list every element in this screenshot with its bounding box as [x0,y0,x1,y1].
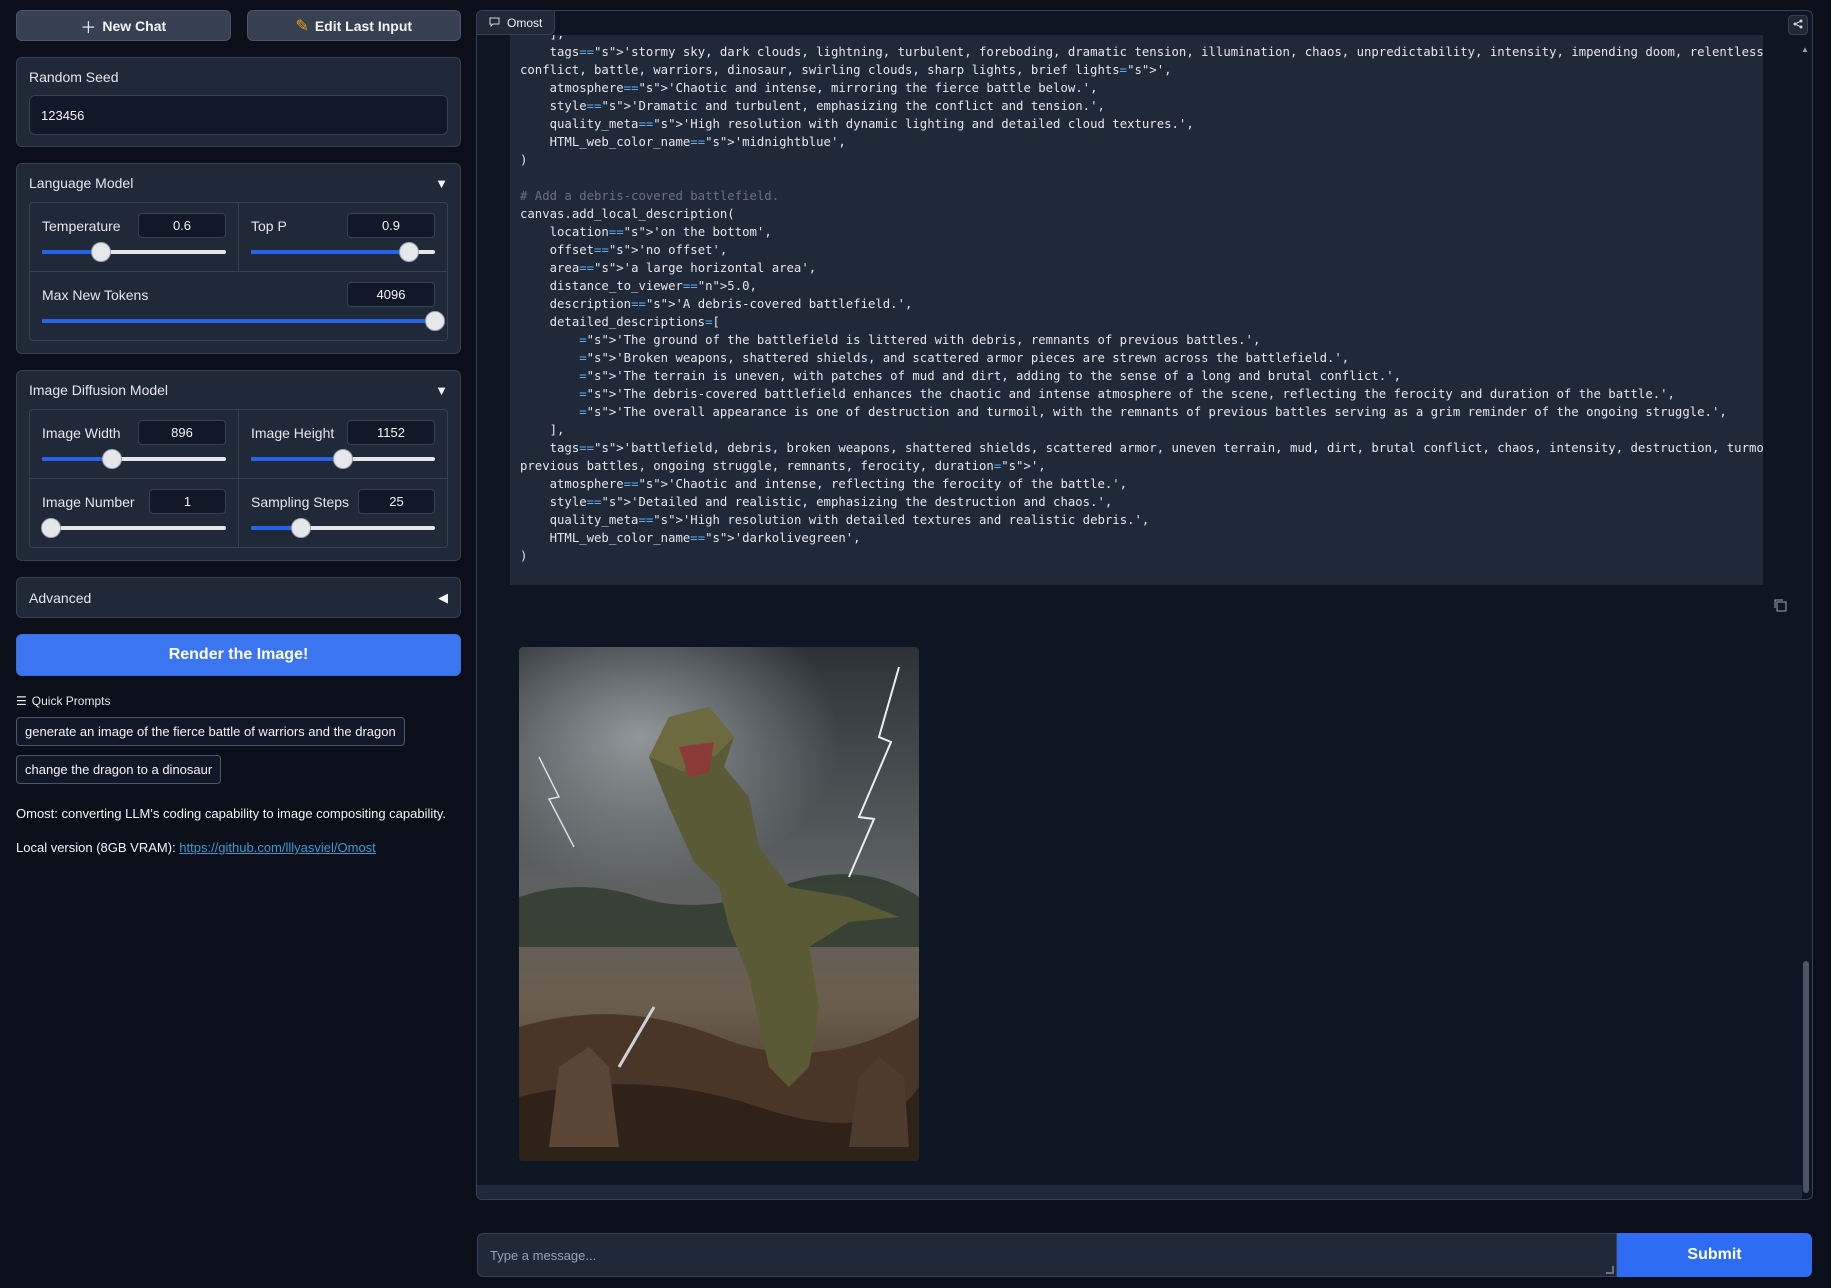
code-content: ], tags=="s">'stormy sky, dark clouds, l… [520,35,1763,563]
triangle-left-icon: ◀ [438,589,448,605]
omost-app: ＋ New Chat ✎ Edit Last Input Random Seed… [0,0,1831,1288]
sampling-steps-input[interactable]: 25 [358,489,435,514]
image-number-slider[interactable] [41,518,226,538]
pencil-icon: ✎ [295,17,309,35]
temperature-slider[interactable] [42,242,226,262]
slider-thumb[interactable] [333,449,353,469]
image-height-slider-group: Image Height 1152 [238,410,447,478]
share-icon [1793,19,1803,32]
image-diffusion-header[interactable]: Image Diffusion Model ▼ [17,371,460,409]
top-buttons: ＋ New Chat ✎ Edit Last Input [16,10,461,41]
new-chat-label: New Chat [102,17,167,34]
scroll-up-icon[interactable]: ▲ [1801,45,1809,54]
image-height-input[interactable]: 1152 [347,420,435,445]
slider-thumb[interactable] [399,242,420,262]
copy-icon[interactable] [1773,598,1787,612]
top-p-label: Top P [251,217,287,234]
language-model-body: Temperature 0.6 Top P 0.9 Max New Tokens… [29,202,448,341]
plus-icon: ＋ [80,19,97,37]
random-seed-block: Random Seed 123456 [16,57,461,147]
random-seed-input[interactable]: 123456 [29,95,448,135]
image-width-input[interactable]: 896 [138,420,226,445]
slider-fill [251,457,343,461]
new-chat-button[interactable]: ＋ New Chat [16,10,231,41]
local-version-text: Local version (8GB VRAM): https://github… [16,840,461,855]
quick-prompts-header: ☰ Quick Prompts [16,694,461,708]
generated-image [519,647,919,1161]
resize-handle-icon[interactable] [1606,1266,1614,1274]
max-new-tokens-label: Max New Tokens [42,286,149,303]
image-diffusion-body: Image Width 896 Image Height 1152 Image … [29,409,448,548]
triangle-down-icon: ▼ [435,382,448,398]
top-p-slider[interactable] [251,242,435,262]
quick-prompts-list: generate an image of the fierce battle o… [16,708,461,784]
advanced-title: Advanced [29,589,92,606]
sampling-steps-slider[interactable] [251,518,435,538]
local-version-prefix: Local version (8GB VRAM): [16,840,180,855]
image-width-label: Image Width [42,424,121,441]
slider-row: Image Width 896 Image Height 1152 [30,410,447,479]
vertical-scrollbar[interactable]: ▲ ▼ [1800,41,1812,1199]
temperature-input[interactable]: 0.6 [138,213,226,238]
tagline-text: Omost: converting LLM's coding capabilit… [16,806,447,821]
advanced-accordion[interactable]: Advanced ◀ [16,577,461,618]
image-width-slider-group: Image Width 896 [30,410,238,478]
message-input[interactable]: Type a message... [477,1233,1617,1277]
language-model-accordion: Language Model ▼ Temperature 0.6 Top P 0… [16,163,461,354]
image-height-label: Image Height [251,424,335,441]
slider-thumb[interactable] [41,518,62,538]
slider-fill [251,250,410,254]
top-p-input[interactable]: 0.9 [347,213,435,238]
triangle-down-icon: ▼ [435,175,448,191]
edit-last-input-label: Edit Last Input [314,17,413,34]
chatbot-panel: Omost ], tags=="s">'stormy sky, dark clo… [476,10,1813,1200]
image-number-input[interactable]: 1 [149,489,226,514]
image-diffusion-accordion: Image Diffusion Model ▼ Image Width 896 [16,370,461,561]
sampling-steps-slider-group: Sampling Steps 25 [238,479,447,547]
slider-row: Temperature 0.6 Top P 0.9 [30,203,447,272]
image-number-label: Image Number [42,493,135,510]
quick-prompt-item[interactable]: change the dragon to a dinosaur [16,755,222,784]
random-seed-label: Random Seed [29,69,119,85]
settings-panel: ＋ New Chat ✎ Edit Last Input Random Seed… [16,10,461,855]
max-new-tokens-input[interactable]: 4096 [347,282,435,307]
language-model-title: Language Model [29,175,134,191]
slider-row: Image Number 1 Sampling Steps 25 [30,479,447,547]
slider-thumb[interactable] [101,449,122,469]
quick-prompts-title: Quick Prompts [31,694,111,708]
scroll-thumb[interactable] [1803,961,1809,1193]
max-new-tokens-slider-group: Max New Tokens 4096 [30,272,447,340]
temperature-slider-group: Temperature 0.6 [30,203,238,271]
chat-bubble-icon [489,16,500,30]
share-button[interactable] [1788,15,1808,35]
slider-row: Max New Tokens 4096 [30,272,447,340]
max-new-tokens-slider[interactable] [42,311,445,331]
code-block: ], tags=="s">'stormy sky, dark clouds, l… [510,35,1763,585]
github-link[interactable]: https://github.com/lllyasviel/Omost [179,840,376,855]
image-width-slider[interactable] [42,449,226,469]
chatbot-title: Omost [507,15,543,30]
image-height-slider[interactable] [251,449,435,469]
slider-thumb[interactable] [425,311,445,331]
list-icon: ☰ [16,694,27,708]
render-image-button[interactable]: Render the Image! [16,634,461,676]
top-p-slider-group: Top P 0.9 [238,203,447,271]
chatbot-label: Omost [477,11,556,35]
sampling-steps-label: Sampling Steps [251,493,350,510]
edit-last-input-button[interactable]: ✎ Edit Last Input [246,10,461,41]
image-number-slider-group: Image Number 1 [30,479,238,547]
temperature-label: Temperature [42,217,121,234]
image-diffusion-title: Image Diffusion Model [29,382,169,398]
quick-prompt-item[interactable]: generate an image of the fierce battle o… [16,717,405,746]
slider-thumb[interactable] [290,518,311,538]
submit-button[interactable]: Submit [1617,1233,1812,1277]
message-placeholder: Type a message... [490,1247,597,1263]
horizontal-scrollbar[interactable] [477,1185,1802,1199]
slider-fill [42,319,435,323]
slider-thumb[interactable] [90,242,111,262]
language-model-header[interactable]: Language Model ▼ [17,164,460,202]
